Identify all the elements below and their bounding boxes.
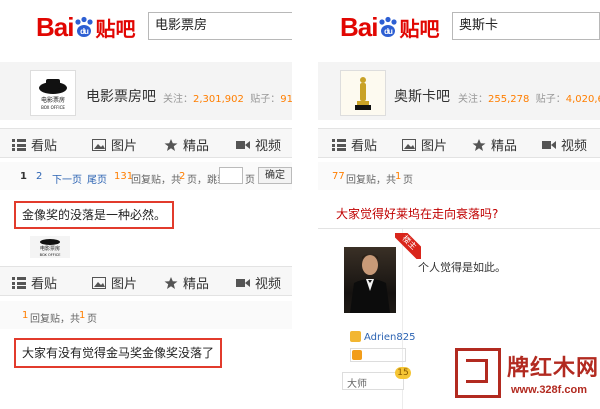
pagination-2: 1 回复贴，共 1 页 — [0, 301, 292, 329]
forum-stats: 关注：255,278 贴子：4,020,620 — [458, 94, 600, 105]
search-input[interactable]: 奥斯卡 — [452, 12, 600, 40]
second-screenshot-logo: 电影票房 BOX OFFICE — [30, 236, 70, 258]
svg-text:电影票房: 电影票房 — [40, 245, 60, 252]
video-icon — [236, 279, 250, 287]
tab-videos[interactable]: 视频 — [236, 135, 281, 154]
post-content: 个人觉得是如此。 — [418, 261, 506, 274]
tab-posts[interactable]: 看贴 — [12, 135, 57, 154]
search-input[interactable]: 电影票房 — [148, 12, 292, 40]
tab-featured[interactable]: 精品 — [472, 135, 517, 154]
author-name[interactable]: Adrien825 — [350, 331, 415, 343]
page-suffix: 页 — [403, 175, 413, 186]
watermark-logo-icon — [455, 348, 501, 398]
forum-tabs: 看贴 图片 精品 视频 — [318, 128, 600, 158]
tab-featured[interactable]: 精品 — [164, 135, 209, 154]
page-2-link[interactable]: 2 — [36, 171, 42, 182]
tab-videos[interactable]: 视频 — [542, 135, 587, 154]
page-total: 1 — [395, 171, 402, 182]
star-icon — [164, 277, 178, 289]
reply-suffix: 回复贴，共 — [131, 175, 181, 186]
reply-count: 77 — [332, 171, 345, 182]
right-header: Bai du 贴吧 奥斯卡 — [318, 8, 600, 44]
author-column: Adrien825 大师 15 — [330, 229, 415, 409]
logo-text-tieba: 贴吧 — [95, 17, 136, 41]
forum-avatar[interactable]: 电影票房 BOX OFFICE — [30, 70, 76, 116]
list-icon — [12, 277, 26, 289]
highlighted-thread-title-2[interactable]: 大家有没有觉得金马奖金像奖没落了 — [14, 338, 223, 368]
op-badge: 楼主 — [395, 233, 421, 259]
baidu-tieba-logo[interactable]: Bai du 贴吧 — [36, 12, 135, 43]
page-suffix-2: 页 — [87, 314, 97, 325]
jump-page-input[interactable] — [219, 167, 243, 184]
page-total: 2 — [179, 171, 186, 182]
tab-pictures[interactable]: 图片 — [92, 135, 137, 154]
forum-name[interactable]: 奥斯卡吧 — [394, 86, 450, 106]
box-office-logo-icon: 电影票房BOX OFFICE — [39, 79, 67, 110]
video-icon — [236, 141, 250, 149]
page-unit: 页 — [245, 175, 255, 186]
level-badge-box — [350, 348, 406, 362]
highlighted-thread-title[interactable]: 金像奖的没落是一种必然。 — [14, 201, 175, 229]
forum-name[interactable]: 电影票房吧 — [86, 86, 156, 106]
author-photo — [350, 254, 390, 313]
svg-text:BOX OFFICE: BOX OFFICE — [41, 105, 65, 110]
reply-suffix: 回复贴，共 — [346, 175, 396, 186]
star-icon — [164, 139, 178, 151]
tab-videos-2[interactable]: 视频 — [236, 273, 281, 292]
forum-header: 电影票房BOX OFFICE 电影票房吧 关注：2,301,902 贴子：91,… — [0, 62, 292, 120]
author-avatar[interactable] — [344, 247, 396, 313]
star-icon — [472, 139, 486, 151]
logo-text-tieba: 贴吧 — [399, 17, 440, 41]
panel-gap — [292, 0, 318, 409]
reply-count-2: 1 — [22, 310, 29, 321]
level-row: 大师 15 — [342, 367, 411, 390]
level-icon — [352, 350, 362, 360]
svg-text:电影票房: 电影票房 — [41, 96, 65, 104]
baidu-tieba-logo[interactable]: Bai du 贴吧 — [340, 12, 439, 43]
picture-icon — [92, 139, 106, 151]
page-1[interactable]: 1 — [20, 171, 27, 182]
logo-text-bai: Bai — [340, 12, 378, 42]
logo-text-bai: Bai — [36, 12, 74, 42]
svg-text:BOX OFFICE: BOX OFFICE — [40, 253, 61, 257]
box-office-mini-icon: 电影票房BOX OFFICE — [40, 239, 61, 257]
picture-icon — [92, 277, 106, 289]
tab-pictures[interactable]: 图片 — [402, 135, 447, 154]
next-page-link[interactable]: 下一页 — [52, 171, 82, 186]
watermark-url: www.328f.com — [511, 384, 588, 396]
level-name: 大师 — [347, 379, 367, 390]
pagination: 77 回复贴，共 1 页 — [318, 162, 600, 190]
confirm-button[interactable]: 确定 — [258, 167, 292, 184]
tab-pictures-2[interactable]: 图片 — [92, 273, 137, 292]
forum-tabs-2: 看贴 图片 精品 视频 — [0, 266, 292, 296]
page-total-2: 1 — [79, 310, 86, 321]
forum-avatar[interactable] — [340, 70, 386, 116]
last-page-link[interactable]: 尾页 — [87, 171, 107, 186]
forum-header: 奥斯卡吧 关注：255,278 贴子：4,020,620 — [318, 62, 600, 120]
level-number: 15 — [395, 367, 411, 379]
list-icon — [332, 139, 346, 151]
reply-suffix-2: 回复贴，共 — [30, 314, 80, 325]
svg-text:du: du — [81, 27, 90, 36]
paw-icon: du — [379, 16, 398, 37]
forum-stats: 关注：2,301,902 贴子：91,33 — [163, 94, 292, 105]
pagination: 1 2 下一页 尾页 131 回复贴，共 2 页，跳到 页 确定 — [0, 162, 292, 190]
list-icon — [12, 139, 26, 151]
oscar-statuette-icon — [341, 71, 385, 115]
svg-text:du: du — [385, 27, 394, 36]
watermark: 牌红木网 www.328f.com — [455, 348, 600, 408]
member-icon — [350, 331, 361, 342]
left-screenshot: Bai du 贴吧 电影票房 电影票房 BOX OFFICE 电影票房吧 关注：2,3… — [0, 0, 292, 409]
tab-featured-2[interactable]: 精品 — [164, 273, 209, 292]
tab-posts[interactable]: 看贴 — [332, 135, 377, 154]
paw-icon: du — [75, 16, 94, 37]
forum-tabs: 看贴 图片 精品 视频 — [0, 128, 292, 158]
video-icon — [542, 141, 556, 149]
thread-title[interactable]: 大家觉得好莱坞在走向衰落吗? — [336, 205, 498, 222]
watermark-name: 牌红木网 — [507, 355, 600, 381]
tab-posts-2[interactable]: 看贴 — [12, 273, 57, 292]
left-header: Bai du 贴吧 电影票房 — [0, 8, 292, 44]
picture-icon — [402, 139, 416, 151]
